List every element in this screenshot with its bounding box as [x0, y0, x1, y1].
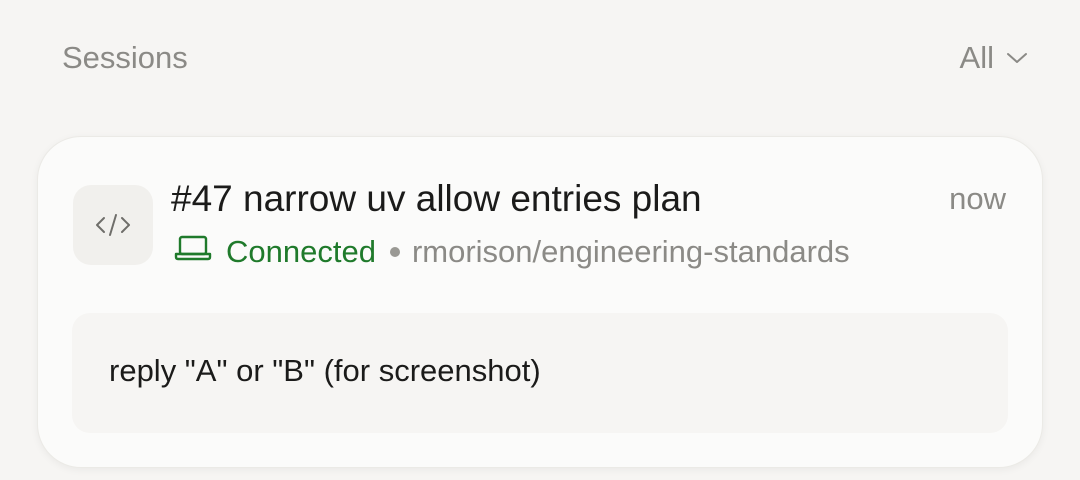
filter-selected-value: All — [959, 40, 994, 75]
session-message-preview: reply "A" or "B" (for screenshot) — [72, 313, 1008, 433]
sessions-title: Sessions — [62, 40, 188, 75]
chevron-down-icon — [1006, 51, 1028, 65]
sessions-screen: Sessions All #47 narrow uv allow entries… — [0, 0, 1080, 480]
code-icon — [73, 185, 153, 265]
session-title: #47 narrow uv allow entries plan — [171, 178, 702, 219]
message-text: reply "A" or "B" (for screenshot) — [109, 353, 541, 388]
sessions-header: Sessions All — [62, 38, 1028, 78]
session-timestamp: now — [949, 181, 1006, 216]
session-meta: Connected rmorison/engineering-standards — [174, 234, 850, 270]
connection-status: Connected — [226, 234, 376, 269]
session-filter-dropdown[interactable]: All — [960, 40, 1028, 76]
repository-name: rmorison/engineering-standards — [411, 234, 850, 269]
session-card[interactable]: #47 narrow uv allow entries plan now Con… — [37, 136, 1043, 468]
separator-dot — [389, 247, 400, 257]
laptop-icon — [174, 234, 212, 270]
